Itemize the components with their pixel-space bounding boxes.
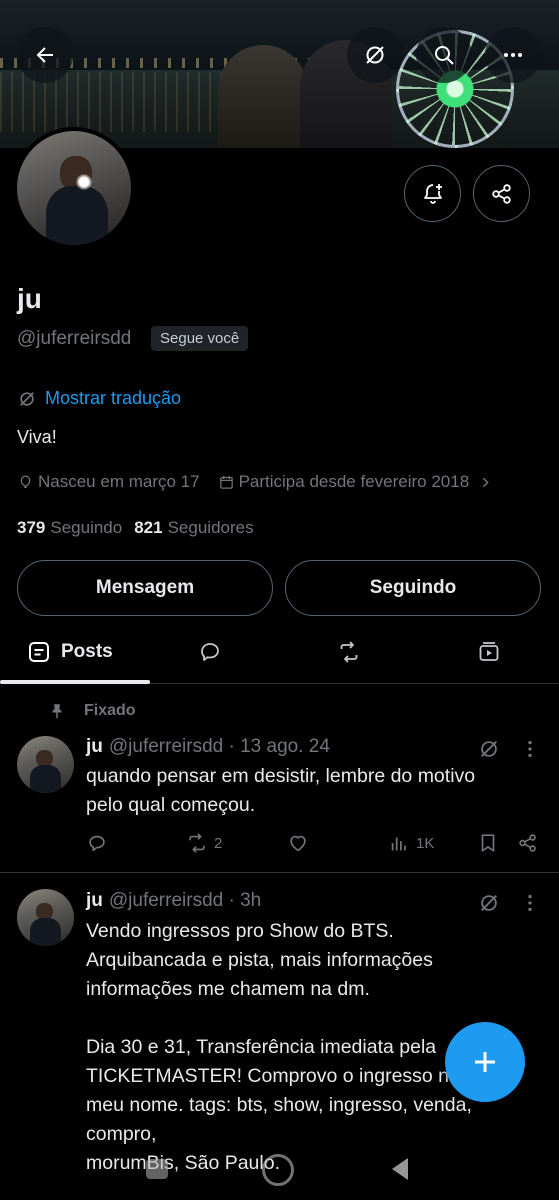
reply-icon <box>89 835 105 852</box>
tab-replies[interactable] <box>140 620 280 683</box>
show-translation-link[interactable]: Mostrar tradução <box>17 388 181 409</box>
profile-bio: Viva! <box>17 427 57 447</box>
follows-you-badge: Segue você <box>151 326 249 351</box>
post-author-name[interactable]: ju <box>86 890 103 911</box>
repost-icon <box>189 833 205 853</box>
birth-date: Nasceu em março 17 <box>17 472 200 492</box>
system-navigation-bar <box>0 1150 559 1200</box>
search-icon <box>435 46 454 65</box>
home-button[interactable] <box>262 1154 294 1186</box>
back-nav-button[interactable] <box>388 1156 412 1182</box>
views-icon <box>391 837 406 851</box>
following-button[interactable]: Seguindo <box>285 560 541 616</box>
views-button[interactable]: 1K <box>388 832 434 854</box>
repost-button[interactable]: 2 <box>186 832 222 854</box>
chevron-right-icon <box>483 477 489 487</box>
view-count: 1K <box>416 834 435 852</box>
bell-plus-icon <box>423 183 442 204</box>
grok-icon[interactable] <box>478 892 500 914</box>
more-vertical-icon[interactable] <box>520 892 540 914</box>
share-profile-button[interactable] <box>473 165 530 222</box>
notify-button[interactable] <box>404 165 461 222</box>
arrow-left-icon <box>36 47 53 63</box>
post-header: ju @juferreirsdd · 13 ago. 24 <box>86 736 330 758</box>
follow-counts: 379 Seguindo 821 Seguidores <box>17 518 254 538</box>
profile-banner[interactable] <box>0 0 559 148</box>
search-button[interactable] <box>416 27 472 83</box>
following-count-link[interactable]: 379 Seguindo <box>17 518 122 538</box>
like-button[interactable] <box>287 832 309 854</box>
post-actions: 2 1K <box>86 832 546 860</box>
profile-tabs: Posts <box>0 620 559 684</box>
profile-avatar[interactable] <box>13 127 135 249</box>
post-author-name[interactable]: ju <box>86 736 103 757</box>
tab-reposts[interactable] <box>280 620 420 683</box>
post-text: quando pensar em desistir, lembre do mot… <box>86 765 476 816</box>
grok-icon <box>20 391 34 406</box>
more-vertical-icon[interactable] <box>520 738 540 760</box>
more-button[interactable] <box>485 27 541 83</box>
posts-icon <box>29 641 49 662</box>
post-divider <box>0 872 559 873</box>
post-author-handle[interactable]: @juferreirsdd <box>109 890 223 911</box>
pinned-indicator: Fixado <box>48 702 136 720</box>
share-icon <box>519 834 536 852</box>
back-button[interactable] <box>17 27 73 83</box>
balloon-icon <box>20 474 31 488</box>
message-button[interactable]: Mensagem <box>17 560 273 616</box>
bookmark-icon <box>481 834 495 852</box>
tab-posts-label: Posts <box>61 640 113 662</box>
more-dots-icon <box>504 53 522 57</box>
tab-posts[interactable]: Posts <box>0 620 150 684</box>
translation-label: Mostrar tradução <box>45 388 182 408</box>
grok-icon <box>366 46 384 64</box>
bookmark-button[interactable] <box>477 832 499 854</box>
tab-media[interactable] <box>419 620 559 683</box>
calendar-icon <box>219 475 233 489</box>
joined-date[interactable]: Participa desde fevereiro 2018 <box>218 472 495 492</box>
pin-icon <box>52 704 62 719</box>
heart-icon <box>290 835 306 852</box>
compose-button[interactable] <box>445 1022 525 1102</box>
repost-icon <box>340 640 358 663</box>
share-post-button[interactable] <box>517 832 539 854</box>
followers-count-link[interactable]: 821 Seguidores <box>134 518 253 538</box>
post-time[interactable]: · 13 ago. 24 <box>229 736 330 757</box>
display-name: ju <box>17 283 42 314</box>
reply-button[interactable] <box>86 832 108 854</box>
post-author-handle[interactable]: @juferreirsdd <box>109 736 223 757</box>
post-time[interactable]: · 3h <box>229 890 262 911</box>
post-header: ju @juferreirsdd · 3h <box>86 890 261 912</box>
media-icon <box>479 641 499 661</box>
plus-icon <box>475 1052 495 1072</box>
grok-icon[interactable] <box>478 738 500 760</box>
speech-bubble-icon <box>200 642 219 661</box>
recent-apps-button[interactable] <box>146 1159 168 1179</box>
share-icon <box>491 183 511 204</box>
repost-count: 2 <box>214 834 223 852</box>
profile-meta: Nasceu em março 17 Participa desde fever… <box>17 472 512 492</box>
profile-handle: @juferreirsdd <box>17 328 132 349</box>
post-avatar[interactable] <box>17 889 74 946</box>
post-avatar[interactable] <box>17 736 74 793</box>
grok-button[interactable] <box>347 27 403 83</box>
